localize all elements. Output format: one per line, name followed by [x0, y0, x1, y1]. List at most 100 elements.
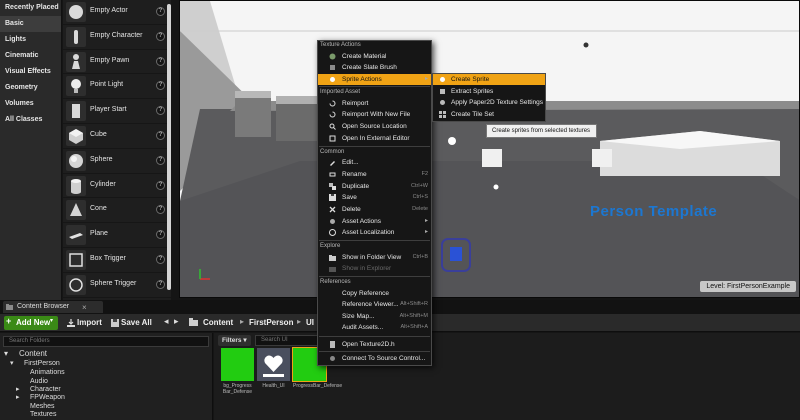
submenu-arrow-icon: ▸ [424, 229, 428, 235]
import-icon [67, 319, 75, 327]
category-volumes[interactable]: Volumes [0, 96, 61, 112]
tree-expand-icon[interactable]: ▾ [10, 359, 14, 368]
menu-item-copy-reference[interactable]: Copy Reference [318, 288, 431, 299]
menu-item-label: Asset Localization [342, 229, 395, 236]
chevron-down-icon: ▾ [243, 337, 247, 344]
info-icon[interactable]: ? [156, 7, 165, 16]
category-cinematic[interactable]: Cinematic [0, 48, 61, 64]
info-icon[interactable]: ? [156, 130, 165, 140]
tree-item-firstperson[interactable]: FirstPerson [24, 359, 60, 368]
place-item-sphere-trigger[interactable]: Sphere Trigger ? [63, 273, 171, 298]
place-item-cube[interactable]: Cube ? [63, 124, 171, 149]
level-viewport[interactable]: Person Template Level: FirstPersonExampl… [179, 0, 800, 298]
menu-item-open-external-editor[interactable]: Open In External Editor [318, 133, 431, 144]
extract-icon [440, 89, 445, 94]
submenu-item-create-tile-set[interactable]: Create Tile Set [433, 109, 545, 120]
search-folders-input[interactable]: Search Folders [3, 336, 209, 347]
info-icon[interactable]: ? [156, 205, 165, 215]
place-item-label: Player Start [90, 106, 127, 114]
place-item-empty-character[interactable]: Empty Character ? [63, 25, 171, 50]
info-icon[interactable]: ? [156, 254, 165, 264]
place-item-empty-actor[interactable]: Empty Actor ? [63, 0, 171, 25]
menu-item-duplicate[interactable]: Duplicate Ctrl+W [318, 181, 431, 192]
place-actors-scrollbar[interactable] [167, 4, 171, 290]
info-icon[interactable]: ? [156, 31, 165, 41]
delete-icon [329, 206, 336, 213]
place-item-sphere[interactable]: Sphere ? [63, 149, 171, 174]
category-basic[interactable]: Basic [0, 16, 61, 32]
breadcrumb-ui[interactable]: UI [306, 316, 314, 330]
menu-separator [319, 240, 430, 241]
tree-expand-icon[interactable]: ▸ [16, 393, 20, 402]
menu-item-open-texture2d-h[interactable]: Open Texture2D.h [318, 339, 431, 350]
menu-item-label: Connect To Source Control... [342, 355, 426, 362]
tree-item-content[interactable]: Content [19, 349, 47, 358]
place-item-cone[interactable]: Cone ? [63, 198, 171, 224]
texture-thumbnail [221, 348, 254, 381]
asset-label: ProgressBar_Defense [293, 383, 343, 389]
submenu-item-extract-sprites[interactable]: Extract Sprites [433, 86, 545, 97]
info-icon[interactable]: ? [156, 230, 165, 240]
place-item-empty-pawn[interactable]: Empty Pawn ? [63, 50, 171, 75]
info-icon[interactable]: ? [156, 155, 165, 165]
menu-item-show-in-folder-view[interactable]: Show in Folder View Ctrl+B [318, 252, 431, 263]
menu-item-reimport-new-file[interactable]: Reimport With New File [318, 109, 431, 120]
submenu-item-create-sprite[interactable]: Create Sprite [433, 74, 545, 85]
menu-item-delete[interactable]: Delete Delete [318, 204, 431, 215]
folder-icon [6, 304, 13, 310]
close-tab-icon[interactable]: × [82, 303, 87, 312]
menu-item-rename[interactable]: Rename F2 [318, 169, 431, 180]
floor-text: Person Template [590, 203, 718, 220]
submenu-item-apply-paper2d[interactable]: Apply Paper2D Texture Settings [433, 97, 545, 108]
forward-arrow-icon[interactable]: ▸ [174, 316, 179, 327]
back-arrow-icon[interactable]: ◂ [164, 316, 169, 327]
add-new-label: Add New [16, 318, 51, 327]
filters-button[interactable]: Filters ▾ [218, 335, 251, 346]
content-browser-tab[interactable]: Content Browser [3, 301, 103, 313]
filters-label: Filters [222, 337, 242, 344]
asset-tile[interactable]: Health_UI [257, 348, 290, 398]
info-icon[interactable]: ? [156, 180, 165, 190]
menu-item-reimport[interactable]: Reimport [318, 98, 431, 109]
info-icon[interactable]: ? [156, 106, 165, 116]
category-all-classes[interactable]: All Classes [0, 112, 61, 128]
place-item-cylinder[interactable]: Cylinder ? [63, 174, 171, 199]
menu-item-audit-assets[interactable]: Audit Assets... Alt+Shift+A [318, 322, 431, 333]
menu-item-save[interactable]: Save Ctrl+S [318, 192, 431, 203]
tree-item-animations[interactable]: Animations [30, 368, 65, 377]
menu-item-open-source-location[interactable]: Open Source Location [318, 121, 431, 132]
duplicate-icon [329, 183, 336, 190]
category-lights[interactable]: Lights [0, 32, 61, 48]
info-icon[interactable]: ? [156, 56, 165, 66]
info-icon[interactable]: ? [156, 279, 165, 289]
menu-item-label: Save [342, 194, 357, 201]
place-item-player-start[interactable]: Player Start ? [63, 99, 171, 124]
folder-icon [329, 255, 336, 261]
place-item-label: Sphere Trigger [90, 279, 137, 287]
menu-item-create-material[interactable]: Create Material [318, 51, 431, 62]
category-recently-placed[interactable]: Recently Placed [0, 0, 61, 16]
menu-item-asset-localization[interactable]: Asset Localization ▸ [318, 227, 431, 238]
section-header-common: Common [320, 149, 345, 155]
category-geometry[interactable]: Geometry [0, 80, 61, 96]
place-item-point-light[interactable]: Point Light ? [63, 74, 171, 100]
menu-item-size-map[interactable]: Size Map... Alt+Shift+M [318, 311, 431, 322]
menu-item-label: Sprite Actions [342, 76, 382, 83]
menu-item-connect-source-control[interactable]: Connect To Source Control... [318, 353, 431, 364]
breadcrumb-content[interactable]: Content [203, 316, 233, 330]
asset-tile[interactable]: bg_Progress Bar_Defense [221, 348, 254, 398]
breadcrumb-firstperson[interactable]: FirstPerson [249, 316, 293, 330]
place-item-plane[interactable]: Plane ? [63, 223, 171, 248]
menu-item-create-slate-brush[interactable]: Create Slate Brush [318, 62, 431, 73]
category-visual-effects[interactable]: Visual Effects [0, 64, 61, 80]
place-item-box-trigger[interactable]: Box Trigger ? [63, 248, 171, 273]
menu-item-asset-actions[interactable]: Asset Actions ▸ [318, 216, 431, 227]
menu-item-sprite-actions[interactable]: Sprite Actions ▸ [318, 74, 431, 85]
menu-item-reference-viewer[interactable]: Reference Viewer... Alt+Shift+R [318, 299, 431, 310]
tree-item-textures[interactable]: Textures [30, 410, 56, 419]
tree-item-fpweapon[interactable]: FPWeapon [30, 393, 65, 402]
menu-item-edit[interactable]: Edit... [318, 157, 431, 168]
tree-expand-icon[interactable]: ▾ [4, 349, 8, 358]
place-item-label: Point Light [90, 81, 124, 89]
info-icon[interactable]: ? [156, 81, 165, 91]
